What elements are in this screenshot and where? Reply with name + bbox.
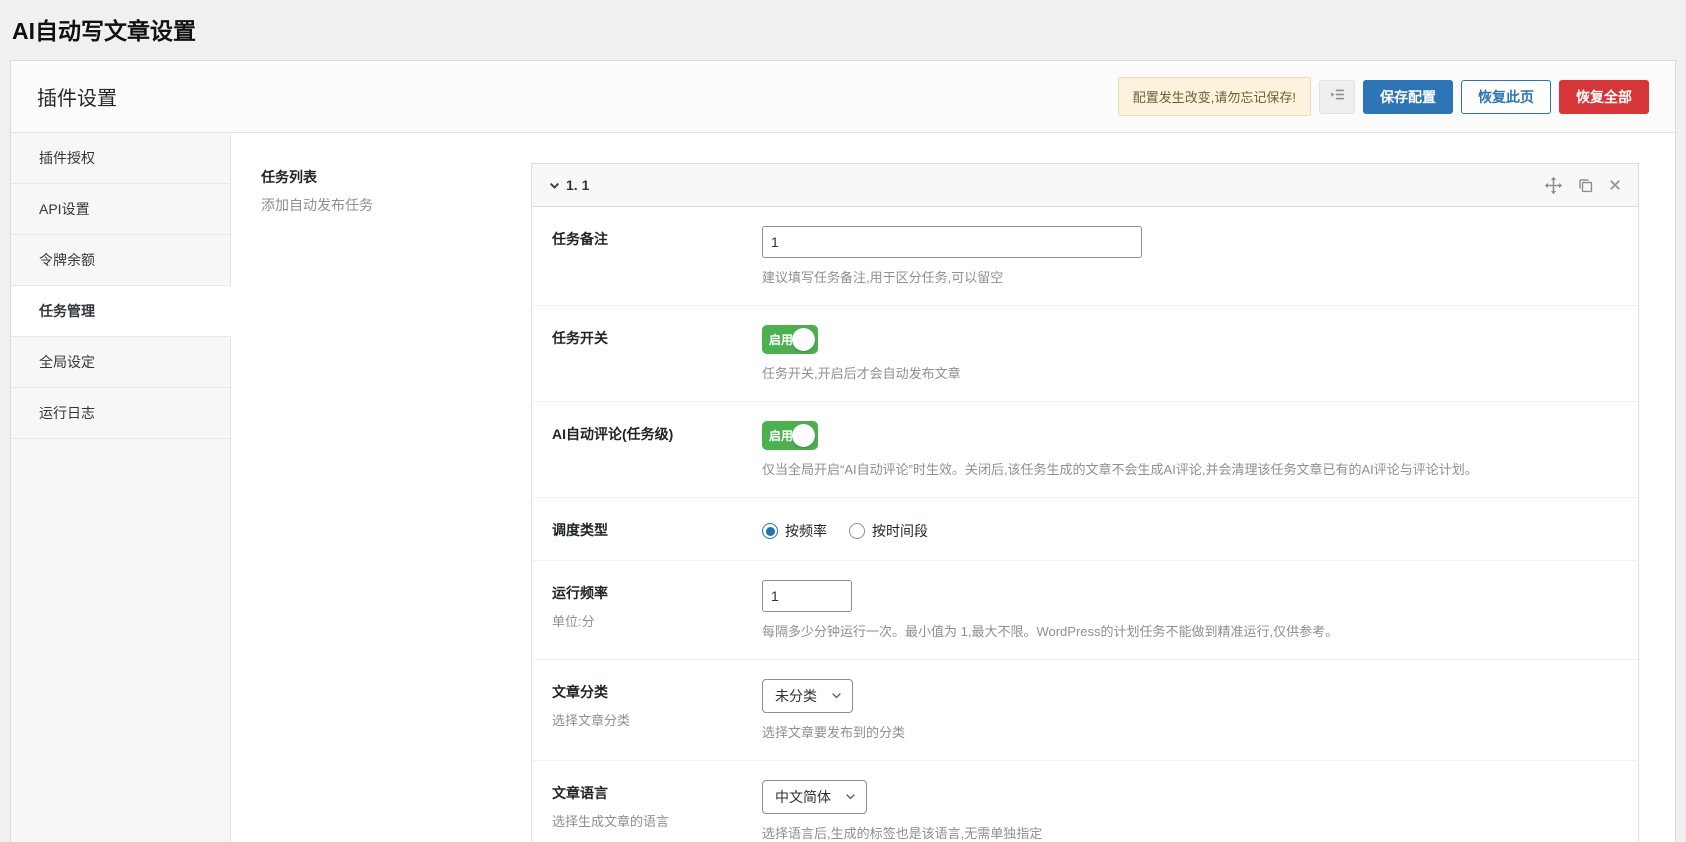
field-row-task-note: 任务备注 建议填写任务备注,用于区分任务,可以留空: [532, 207, 1638, 306]
frequency-input[interactable]: [762, 580, 852, 612]
language-select-value: 中文简体: [775, 787, 831, 807]
toggle-knob: [792, 424, 815, 447]
task-note-input[interactable]: [762, 226, 1142, 258]
task-switch-toggle[interactable]: 启用: [762, 325, 818, 354]
task-panel-header[interactable]: 1. 1: [532, 164, 1638, 207]
move-icon[interactable]: [1544, 176, 1563, 195]
language-select[interactable]: 中文简体: [762, 780, 867, 814]
page-title: AI自动写文章设置: [0, 0, 1686, 60]
collapse-button[interactable]: [1319, 80, 1355, 114]
toggle-knob: [792, 328, 815, 351]
task-note-hint: 建议填写任务备注,用于区分任务,可以留空: [762, 267, 1618, 286]
task-panel: 1. 1: [531, 163, 1639, 842]
language-label: 文章语言: [552, 783, 762, 803]
tab-global-settings[interactable]: 全局设定: [11, 337, 230, 388]
restore-page-button[interactable]: 恢复此页: [1461, 80, 1551, 114]
language-sublabel: 选择生成文章的语言: [552, 811, 762, 830]
radio-by-frequency-label: 按频率: [785, 521, 827, 541]
radio-icon: [849, 523, 865, 539]
radio-by-time-period[interactable]: 按时间段: [849, 521, 928, 541]
card-body: 插件授权 API设置 令牌余额 任务管理 全局设定 运行日志 任务列表 添加自动…: [11, 133, 1675, 842]
radio-icon: [762, 523, 778, 539]
toggle-on-label: 启用: [769, 331, 793, 348]
card-title: 插件设置: [37, 82, 117, 111]
chevron-down-icon: [845, 789, 856, 805]
radio-by-frequency[interactable]: 按频率: [762, 521, 827, 541]
save-config-button[interactable]: 保存配置: [1363, 80, 1453, 114]
task-list-subtitle: 添加自动发布任务: [261, 195, 531, 215]
task-switch-label: 任务开关: [552, 328, 762, 348]
duplicate-icon[interactable]: [1577, 177, 1594, 194]
chevron-down-icon[interactable]: [548, 179, 561, 192]
task-panel-tools: [1544, 176, 1622, 195]
frequency-label: 运行频率: [552, 583, 762, 603]
category-sublabel: 选择文章分类: [552, 710, 762, 729]
header-actions: 配置发生改变,请勿忘记保存! 保存配置 恢复此页 恢复全部: [1118, 77, 1649, 116]
tab-task-management[interactable]: 任务管理: [11, 286, 231, 337]
task-switch-hint: 任务开关,开启后才会自动发布文章: [762, 363, 1618, 382]
field-row-frequency: 运行频率 单位:分 每隔多少分钟运行一次。最小值为 1,最大不限。WordPre…: [532, 561, 1638, 660]
field-row-language: 文章语言 选择生成文章的语言 中文简体 选择语言后,生成的标签也是该语言,无需单…: [532, 761, 1638, 842]
ai-comment-label: AI自动评论(任务级): [552, 424, 762, 444]
ai-comment-toggle[interactable]: 启用: [762, 421, 818, 450]
category-hint: 选择文章要发布到的分类: [762, 722, 1618, 741]
task-note-label: 任务备注: [552, 229, 762, 249]
unsaved-changes-notice: 配置发生改变,请勿忘记保存!: [1118, 77, 1311, 116]
task-list-section: 任务列表 添加自动发布任务: [261, 163, 531, 842]
language-hint: 选择语言后,生成的标签也是该语言,无需单独指定: [762, 823, 1618, 842]
field-row-ai-comment: AI自动评论(任务级) 启用 仅当全局开启“AI自动评论”时生效。关闭后,该任务…: [532, 402, 1638, 498]
restore-all-button[interactable]: 恢复全部: [1559, 80, 1649, 114]
tab-plugin-auth[interactable]: 插件授权: [11, 133, 230, 184]
settings-card: 插件设置 配置发生改变,请勿忘记保存! 保存配置 恢复此页 恢复全部 插件授权: [10, 60, 1676, 842]
frequency-sublabel: 单位:分: [552, 611, 762, 630]
task-panel-title: 1. 1: [566, 177, 589, 193]
category-select-value: 未分类: [775, 686, 817, 706]
schedule-type-radio-group: 按频率 按时间段: [762, 517, 1618, 541]
outdent-icon: [1329, 86, 1346, 108]
tab-content: 任务列表 添加自动发布任务 1. 1: [231, 133, 1675, 842]
schedule-type-label: 调度类型: [552, 520, 762, 540]
field-row-task-switch: 任务开关 启用 任务开关,开启后才会自动发布文章: [532, 306, 1638, 402]
ai-comment-hint: 仅当全局开启“AI自动评论”时生效。关闭后,该任务生成的文章不会生成AI评论,并…: [762, 459, 1618, 478]
category-label: 文章分类: [552, 682, 762, 702]
field-row-schedule-type: 调度类型 按频率 按时间段: [532, 498, 1638, 561]
task-list-title: 任务列表: [261, 167, 531, 187]
settings-tabs: 插件授权 API设置 令牌余额 任务管理 全局设定 运行日志: [11, 133, 231, 842]
tab-token-balance[interactable]: 令牌余额: [11, 235, 230, 286]
chevron-down-icon: [831, 688, 842, 704]
toggle-on-label: 启用: [769, 427, 793, 444]
radio-by-time-period-label: 按时间段: [872, 521, 928, 541]
frequency-hint: 每隔多少分钟运行一次。最小值为 1,最大不限。WordPress的计划任务不能做…: [762, 621, 1618, 640]
close-icon[interactable]: [1608, 178, 1622, 192]
card-header: 插件设置 配置发生改变,请勿忘记保存! 保存配置 恢复此页 恢复全部: [11, 61, 1675, 133]
tab-api-settings[interactable]: API设置: [11, 184, 230, 235]
tab-run-logs[interactable]: 运行日志: [11, 388, 230, 439]
field-row-category: 文章分类 选择文章分类 未分类 选择文章要发布到的分类: [532, 660, 1638, 761]
category-select[interactable]: 未分类: [762, 679, 853, 713]
